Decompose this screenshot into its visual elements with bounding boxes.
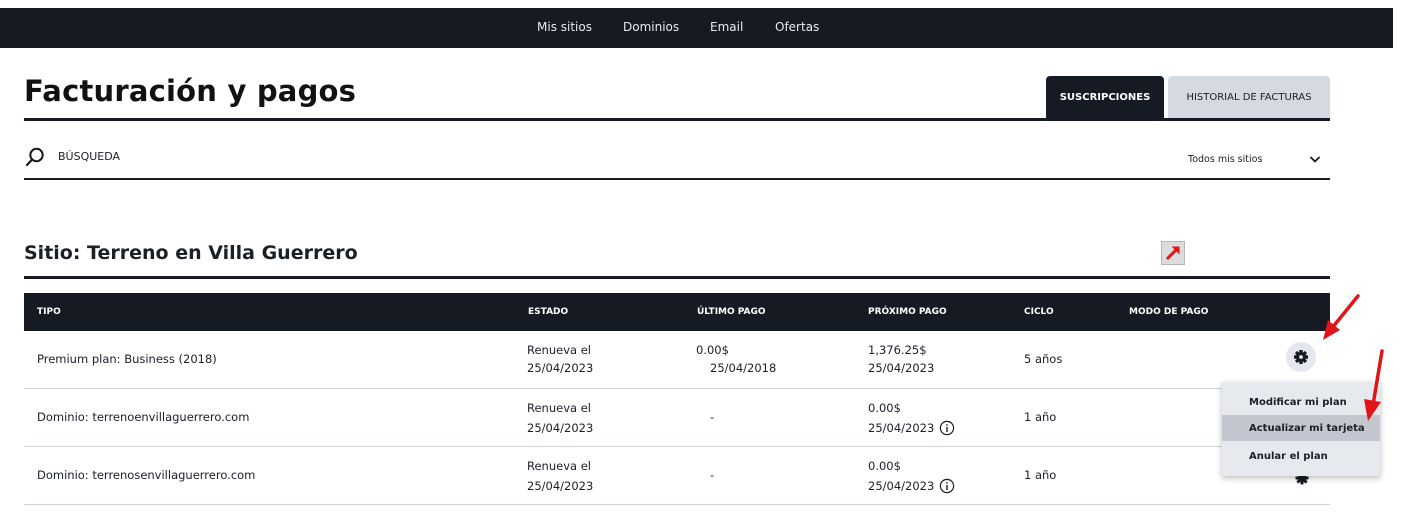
col-tipo: TIPO	[37, 307, 61, 317]
table-row: Dominio: terrenosenvillaguerrero.com Ren…	[0, 447, 1220, 505]
nav-ofertas[interactable]: Ofertas	[775, 20, 819, 34]
col-ciclo: CICLO	[1024, 307, 1054, 317]
title-divider	[24, 118, 1330, 121]
col-estado: ESTADO	[528, 307, 569, 317]
nav-email[interactable]: Email	[710, 20, 743, 34]
row-proximo-date: 25/04/2023	[868, 361, 935, 375]
row-ultimo-date: 25/04/2018	[710, 361, 777, 375]
row-tipo: Dominio: terrenosenvillaguerrero.com	[37, 468, 256, 482]
row-ultimo-dash: -	[710, 468, 715, 482]
row-proximo-date: 25/04/2023	[868, 421, 935, 435]
row-ultimo-dash: -	[710, 410, 715, 424]
search-icon[interactable]	[25, 147, 45, 167]
row-estado-date: 25/04/2023	[527, 479, 594, 493]
page-title: Facturación y pagos	[24, 74, 357, 108]
row-estado-line1: Renueva el	[527, 343, 591, 357]
site-filter-select[interactable]: Todos mis sitios	[1188, 154, 1262, 165]
row-ciclo: 1 año	[1024, 468, 1057, 482]
nav-dominios[interactable]: Dominios	[623, 20, 679, 34]
row-proximo-amount: 0.00$	[868, 401, 901, 415]
row-proximo-amount: 1,376.25$	[868, 343, 927, 357]
tab-suscripciones[interactable]: SUSCRIPCIONES	[1046, 76, 1164, 118]
menu-item-anular-plan[interactable]: Anular el plan	[1222, 443, 1380, 469]
top-navigation: Mis sitios Dominios Email Ofertas	[0, 8, 1393, 48]
gear-icon	[1294, 350, 1308, 364]
search-divider	[24, 178, 1330, 180]
table-row: Dominio: terrenoenvillaguerrero.com Renu…	[0, 389, 1220, 447]
nav-mis-sitios[interactable]: Mis sitios	[537, 20, 592, 34]
tab-historial-facturas[interactable]: HISTORIAL DE FACTURAS	[1168, 76, 1330, 118]
row-ciclo: 5 años	[1024, 352, 1063, 366]
row-tipo: Premium plan: Business (2018)	[37, 352, 217, 366]
info-icon[interactable]	[939, 420, 955, 436]
row-proximo-date: 25/04/2023	[868, 479, 935, 493]
search-input[interactable]: BÚSQUEDA	[58, 150, 120, 163]
col-proximo-pago: PRÓXIMO PAGO	[868, 307, 947, 317]
row-divider	[24, 504, 1330, 505]
row-estado-line1: Renueva el	[527, 401, 591, 415]
menu-item-actualizar-tarjeta[interactable]: Actualizar mi tarjeta	[1222, 415, 1380, 441]
row-estado-line1: Renueva el	[527, 459, 591, 473]
col-ultimo-pago: ÚLTIMO PAGO	[697, 307, 766, 317]
menu-item-modificar-plan[interactable]: Modificar mi plan	[1222, 389, 1380, 415]
info-icon[interactable]	[939, 478, 955, 494]
chevron-down-icon[interactable]	[1309, 155, 1321, 165]
site-title: Sitio: Terreno en Villa Guerrero	[24, 242, 358, 264]
row-estado-date: 25/04/2023	[527, 421, 594, 435]
table-row: Premium plan: Business (2018) Renueva el…	[0, 331, 1340, 389]
subscription-actions-menu: Modificar mi plan Actualizar mi tarjeta …	[1222, 382, 1380, 476]
row-ultimo-amount: 0.00$	[696, 343, 729, 357]
row-proximo-amount: 0.00$	[868, 459, 901, 473]
gear-button[interactable]	[1286, 342, 1316, 372]
table-header: TIPO ESTADO ÚLTIMO PAGO PRÓXIMO PAGO CIC…	[24, 293, 1330, 331]
row-estado-date: 25/04/2023	[527, 361, 594, 375]
external-link-icon[interactable]	[1161, 241, 1185, 265]
row-tipo: Dominio: terrenoenvillaguerrero.com	[37, 410, 250, 424]
row-ciclo: 1 año	[1024, 410, 1057, 424]
site-divider	[24, 276, 1330, 279]
col-modo-pago: MODO DE PAGO	[1129, 307, 1209, 317]
